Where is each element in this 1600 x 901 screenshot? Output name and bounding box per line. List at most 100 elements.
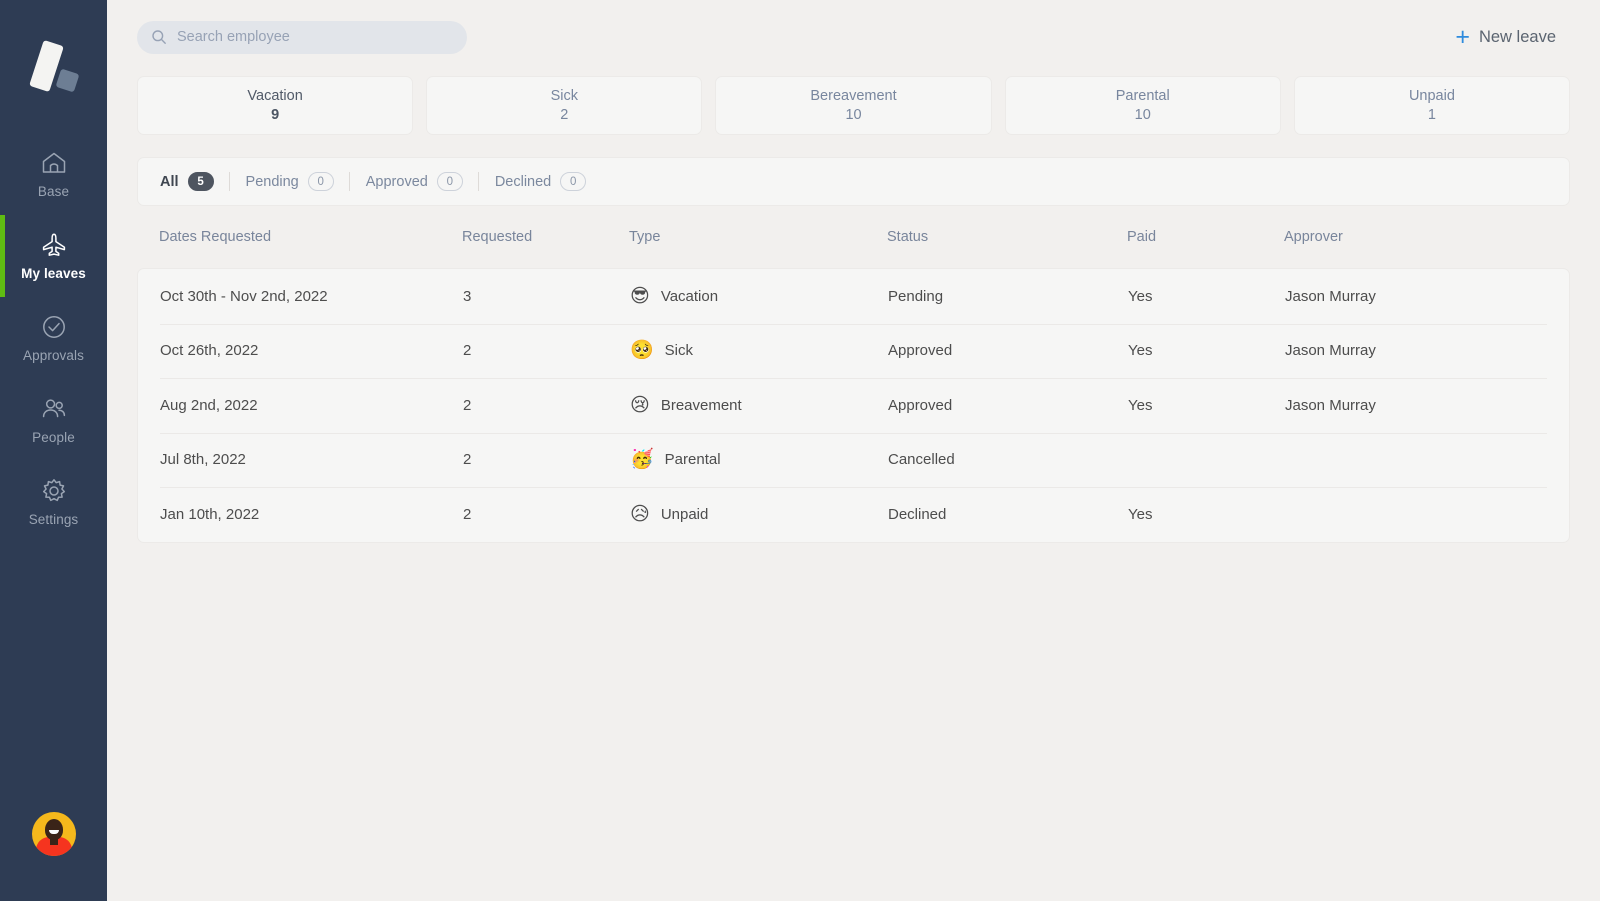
sidebar-nav: Base My leaves Approvals People Settings — [0, 133, 107, 543]
cell-requested: 2 — [463, 505, 472, 523]
main-content: + New leave Vacation 9 Sick 2 Bereavemen… — [107, 0, 1600, 901]
cell-type: 😥 Unpaid — [630, 502, 888, 525]
sidebar-item-settings[interactable]: Settings — [0, 461, 107, 543]
filter-label: Declined — [494, 173, 552, 190]
sidebar-item-my-leaves[interactable]: My leaves — [0, 215, 107, 297]
cell-type: 🥳 Parental — [630, 450, 888, 469]
sidebar-item-base[interactable]: Base — [0, 133, 107, 215]
sidebar-item-label: People — [32, 430, 75, 445]
filter-count-badge: 0 — [436, 172, 463, 191]
sidebar-item-label: Approvals — [23, 348, 84, 363]
leave-type-emoji-icon: 😎 — [630, 284, 650, 307]
table-row[interactable]: Aug 2nd, 2022 2 😢 Breavement Approved Ye… — [138, 378, 1569, 433]
filter-tab-pending[interactable]: Pending 0 — [228, 172, 349, 191]
table-row[interactable]: Oct 26th, 2022 2 🥺 Sick Approved Yes Jas… — [138, 323, 1569, 379]
table-header-row: Dates Requested Requested Type Status Pa… — [137, 206, 1570, 268]
leave-type-label: Breavement — [660, 396, 742, 414]
cell-status: Cancelled — [888, 451, 955, 469]
cell-status: Declined — [888, 505, 947, 523]
check-circle-icon — [40, 313, 68, 341]
leave-type-label: Sick — [664, 342, 694, 360]
sidebar-item-people[interactable]: People — [0, 379, 107, 461]
leave-type-emoji-icon: 🥳 — [630, 448, 654, 471]
cell-type: 😢 Breavement — [630, 393, 888, 416]
cell-approver: Jason Murray — [1285, 342, 1376, 360]
new-leave-label: New leave — [1478, 27, 1556, 46]
column-header-dates-requested: Dates Requested — [159, 229, 272, 245]
filter-tab-declined[interactable]: Declined 0 — [477, 172, 601, 191]
cell-status: Pending — [888, 287, 944, 305]
plus-icon: + — [1455, 23, 1470, 51]
cell-paid: Yes — [1128, 287, 1153, 305]
cell-dates: Jul 8th, 2022 — [160, 451, 246, 469]
search-box[interactable] — [137, 20, 467, 54]
filter-label: Pending — [245, 173, 299, 190]
stat-card-bereavement[interactable]: Bereavement 10 — [715, 76, 992, 135]
search-icon — [151, 29, 167, 45]
cell-paid: Yes — [1128, 505, 1153, 523]
new-leave-button[interactable]: + New leave — [1455, 23, 1578, 51]
people-icon — [40, 395, 68, 423]
cell-status: Approved — [888, 342, 953, 360]
cell-approver: Jason Murray — [1285, 287, 1376, 305]
cell-type: 😎 Vacation — [630, 284, 888, 307]
filter-label: Approved — [365, 173, 428, 190]
app-root: Base My leaves Approvals People Settings… — [0, 0, 1600, 901]
cell-dates: Oct 26th, 2022 — [160, 342, 259, 360]
sidebar-item-approvals[interactable]: Approvals — [0, 297, 107, 379]
stat-title: Unpaid — [1408, 88, 1455, 104]
filter-label: All — [160, 173, 179, 190]
avatar-smile-shape — [48, 830, 59, 834]
table-row[interactable]: Oct 30th - Nov 2nd, 2022 3 😎 Vacation Pe… — [138, 269, 1569, 324]
stat-value: 2 — [560, 107, 569, 123]
filter-tab-approved[interactable]: Approved 0 — [348, 172, 478, 191]
stat-card-sick[interactable]: Sick 2 — [426, 76, 703, 135]
status-filter-bar: All 5 Pending 0 Approved 0 Declined 0 — [137, 157, 1570, 206]
cell-requested: 2 — [463, 396, 472, 414]
cell-approver: Jason Murray — [1285, 396, 1376, 414]
sidebar-item-label: Base — [37, 184, 70, 199]
company-logo[interactable] — [24, 39, 84, 95]
cell-paid: Yes — [1128, 342, 1153, 360]
table-row[interactable]: Jan 10th, 2022 2 😥 Unpaid Declined Yes — [138, 487, 1569, 542]
cell-dates: Aug 2nd, 2022 — [160, 396, 258, 414]
cell-dates: Oct 30th - Nov 2nd, 2022 — [160, 287, 328, 305]
leave-type-emoji-icon: 😥 — [630, 502, 650, 525]
stat-title: Parental — [1115, 88, 1170, 104]
stat-title: Bereavement — [810, 88, 897, 104]
table-row[interactable]: Jul 8th, 2022 2 🥳 Parental Cancelled — [138, 432, 1569, 488]
leave-type-emoji-icon: 😢 — [630, 393, 650, 416]
home-icon — [40, 149, 68, 177]
stat-title: Sick — [550, 88, 578, 104]
airplane-icon — [40, 231, 68, 259]
cell-requested: 2 — [463, 342, 472, 360]
leave-type-label: Unpaid — [660, 505, 709, 523]
cell-requested: 3 — [463, 287, 472, 305]
leaves-table: Dates Requested Requested Type Status Pa… — [137, 206, 1570, 543]
stat-value: 10 — [845, 107, 862, 123]
leave-type-label: Parental — [664, 451, 721, 469]
logo-square-shape — [55, 68, 79, 93]
column-header-requested: Requested — [462, 229, 533, 245]
sidebar-footer — [0, 812, 107, 856]
topbar: + New leave — [129, 0, 1578, 74]
sidebar-item-label: My leaves — [21, 266, 86, 281]
sidebar-item-label: Settings — [28, 512, 79, 527]
stat-card-parental[interactable]: Parental 10 — [1004, 76, 1281, 135]
stat-value: 10 — [1134, 107, 1151, 123]
stat-card-unpaid[interactable]: Unpaid 1 — [1293, 76, 1571, 135]
cell-dates: Jan 10th, 2022 — [160, 505, 260, 523]
filter-count-badge: 0 — [307, 172, 334, 191]
column-header-approver: Approver — [1284, 229, 1343, 245]
cell-requested: 2 — [463, 451, 472, 469]
filter-tab-all[interactable]: All 5 — [160, 172, 229, 191]
cell-status: Approved — [888, 396, 953, 414]
leave-type-label: Vacation — [660, 287, 719, 305]
stat-title: Vacation — [247, 88, 303, 104]
search-input[interactable] — [177, 29, 453, 45]
avatar[interactable] — [31, 812, 76, 856]
stat-card-vacation[interactable]: Vacation 9 — [137, 76, 414, 135]
sidebar: Base My leaves Approvals People Settings — [0, 0, 107, 901]
column-header-paid: Paid — [1127, 229, 1157, 245]
stat-value: 1 — [1427, 107, 1436, 123]
